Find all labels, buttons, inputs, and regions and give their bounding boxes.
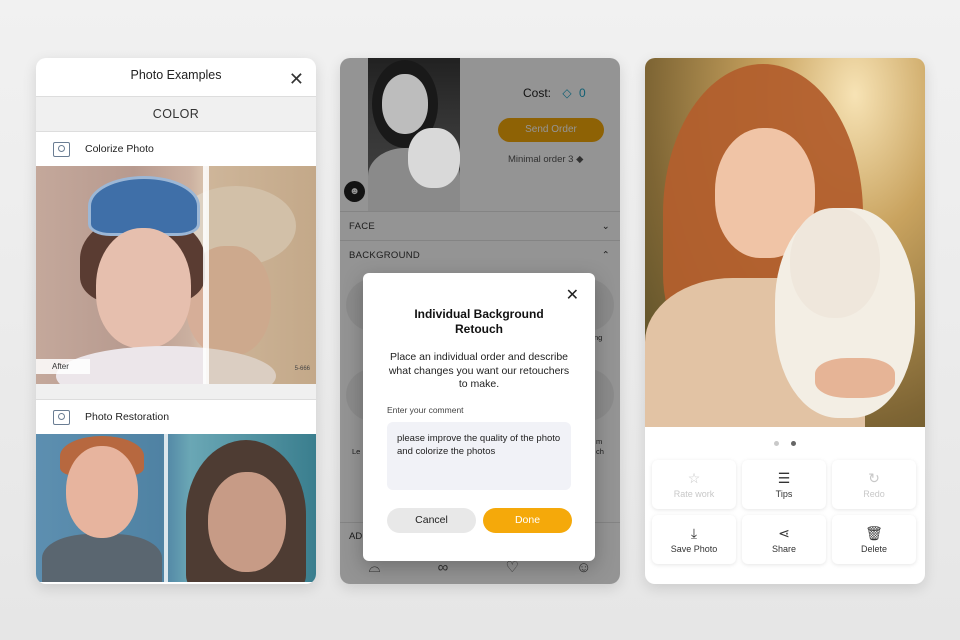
photo-stamp: 5-666 (294, 366, 310, 372)
result-screen: ☆ Rate work ☰ Tips ↻ Redo ⤓ Save Photo ⋖… (645, 58, 925, 584)
action-grid: ☆ Rate work ☰ Tips ↻ Redo ⤓ Save Photo ⋖… (645, 460, 925, 564)
comment-label: Enter your comment (387, 405, 464, 415)
rate-work-label: Rate work (673, 489, 715, 499)
image-detail (96, 228, 191, 348)
result-photo[interactable] (645, 58, 925, 427)
image-detail (42, 534, 162, 582)
comment-input[interactable]: please improve the quality of the photo … (387, 422, 571, 490)
redo-button[interactable]: ↻ Redo (832, 460, 916, 509)
color-section-heading: COLOR (36, 97, 316, 132)
photo-examples-header: Photo Examples ✕ (36, 58, 316, 97)
background-retouch-dialog: ✕ Individual Background Retouch Place an… (363, 273, 595, 561)
image-detail (208, 472, 286, 572)
colorize-photo-label: Colorize Photo (85, 143, 154, 155)
tips-label: Tips (775, 489, 793, 499)
colorize-example-image[interactable]: After 5-666 (36, 166, 316, 384)
star-icon: ☆ (687, 470, 701, 486)
image-detail (408, 128, 460, 188)
close-icon[interactable]: ✕ (566, 285, 579, 305)
dialog-description: Place an individual order and describe w… (388, 351, 570, 390)
photo-restoration-row[interactable]: Photo Restoration (36, 400, 316, 434)
image-detail (815, 358, 895, 398)
redo-icon: ↻ (868, 470, 880, 486)
photo-restoration-label: Photo Restoration (85, 411, 170, 423)
stack-icon: ☰ (777, 470, 791, 486)
delete-label: Delete (860, 544, 887, 554)
share-button[interactable]: ⋖ Share (742, 515, 826, 564)
share-label: Share (771, 544, 797, 554)
rate-work-button[interactable]: ☆ Rate work (652, 460, 736, 509)
image-detail (66, 446, 138, 538)
page-dot-active[interactable] (791, 441, 796, 446)
order-screen: ☻ Cost: ◇ 0 Send Order Minimal order 3 ◆… (340, 58, 620, 584)
divider (36, 384, 316, 400)
delete-button[interactable]: 🗑 Delete (832, 515, 916, 564)
tips-button[interactable]: ☰ Tips (742, 460, 826, 509)
done-button[interactable]: Done (483, 508, 572, 533)
share-icon: ⋖ (778, 525, 790, 541)
image-detail (382, 74, 428, 134)
image-detail (88, 176, 200, 236)
redo-label: Redo (863, 489, 885, 499)
dialog-title: Individual Background Retouch (414, 307, 544, 336)
restoration-example-image[interactable] (36, 434, 316, 582)
before-half (206, 166, 316, 384)
trash-icon: 🗑 (865, 525, 883, 541)
compare-slider-handle[interactable] (164, 434, 168, 582)
page-dot[interactable] (774, 441, 779, 446)
photo-examples-screen: Photo Examples ✕ COLOR Colorize Photo Af… (36, 58, 316, 584)
page-indicator (645, 427, 925, 460)
compare-slider-handle[interactable] (203, 166, 209, 384)
close-icon[interactable]: ✕ (289, 62, 304, 96)
cancel-button[interactable]: Cancel (387, 508, 476, 533)
colorize-photo-row[interactable]: Colorize Photo (36, 132, 316, 166)
landscape-icon (53, 409, 70, 425)
save-photo-button[interactable]: ⤓ Save Photo (652, 515, 736, 564)
image-detail (790, 208, 880, 318)
save-photo-label: Save Photo (670, 544, 718, 554)
portrait-icon (53, 141, 70, 157)
download-icon: ⤓ (690, 525, 698, 541)
photo-examples-title: Photo Examples (130, 68, 222, 82)
after-label: After (36, 359, 90, 374)
